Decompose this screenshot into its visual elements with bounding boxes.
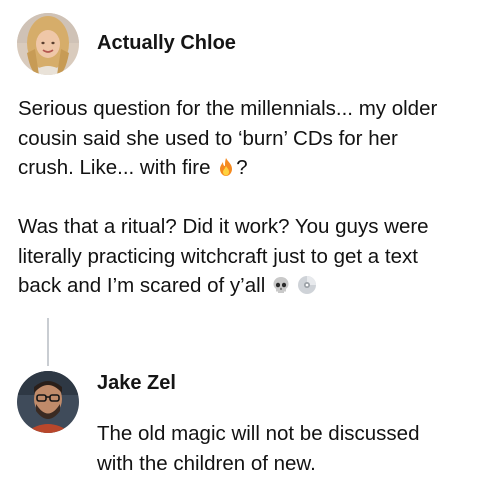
post-line: Serious question for the millennials... … bbox=[18, 97, 438, 120]
post-line: back and I’m scared of y’all bbox=[18, 271, 488, 301]
reply-body: The old magic will not be discussed with… bbox=[97, 419, 487, 479]
post-line: cousin said she used to ‘burn’ CDs for h… bbox=[18, 126, 398, 150]
reply-line: with the children of new. bbox=[97, 452, 316, 475]
post-line-text: back and I’m scared of y’all bbox=[18, 274, 266, 297]
post-body: Serious question for the millennials... … bbox=[18, 94, 488, 301]
post-line-punctuation: ? bbox=[236, 156, 248, 179]
cd-icon bbox=[297, 275, 317, 295]
comment-thread: Actually Chloe Serious question for the … bbox=[0, 0, 500, 480]
skull-icon bbox=[271, 275, 291, 295]
thread-connector-line bbox=[47, 318, 49, 366]
post-paragraph: Serious question for the millennials... … bbox=[18, 94, 488, 183]
post-line: crush. Like... with fire ? bbox=[18, 153, 488, 183]
post-author-name[interactable]: Actually Chloe bbox=[97, 32, 236, 55]
avatar[interactable] bbox=[17, 371, 79, 433]
avatar[interactable] bbox=[17, 13, 79, 75]
post-paragraph: Was that a ritual? Did it work? You guys… bbox=[18, 212, 488, 301]
reply-line: The old magic will not be discussed bbox=[97, 422, 420, 445]
post-line: Was that a ritual? Did it work? You guys… bbox=[18, 215, 429, 238]
fire-icon bbox=[216, 157, 236, 177]
post-line-text: crush. Like... with fire bbox=[18, 156, 211, 179]
post-line: literally practicing witchcraft just to … bbox=[18, 244, 418, 268]
reply-author-name[interactable]: Jake Zel bbox=[97, 372, 176, 395]
